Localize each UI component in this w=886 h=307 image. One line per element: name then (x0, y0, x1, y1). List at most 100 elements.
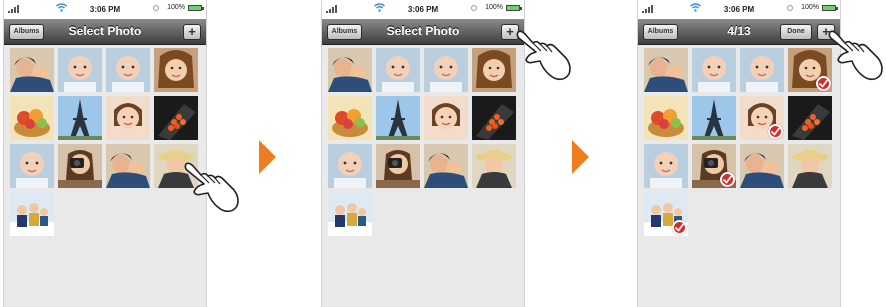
status-bar: 3:06 PM 100% (4, 0, 206, 19)
eiffel-tower-photo (58, 96, 102, 140)
photo-thumbnail[interactable] (424, 48, 468, 92)
photo-thumbnail[interactable] (692, 144, 736, 188)
lock-rotation-icon (787, 4, 794, 11)
status-battery-group: 100% (153, 4, 204, 11)
baby-photo (376, 48, 420, 92)
nav-title: Select Photo (68, 24, 142, 38)
battery-percent: 100% (167, 4, 185, 11)
add-button[interactable]: + (183, 24, 201, 40)
phone-screen-2: 3:06 PM 100% Albums Select Photo + (321, 0, 525, 307)
girl-portrait-photo (472, 48, 516, 92)
photo-thumbnail[interactable] (376, 96, 420, 140)
mother-child-photo (10, 48, 54, 92)
photo-thumbnail[interactable] (424, 144, 468, 188)
lock-rotation-icon (471, 4, 478, 11)
photo-thumbnail[interactable] (644, 96, 688, 140)
photo-thumbnail[interactable] (10, 192, 54, 236)
photo-thumbnail[interactable] (692, 96, 736, 140)
photo-thumbnail[interactable] (328, 48, 372, 92)
photo-thumbnail[interactable] (788, 96, 832, 140)
photo-thumbnail[interactable] (740, 144, 784, 188)
photo-thumbnail[interactable] (10, 144, 54, 188)
lock-rotation-icon (153, 4, 160, 11)
step-arrow-icon (572, 140, 589, 174)
photo-thumbnail[interactable] (376, 144, 420, 188)
hand-pointer-icon (184, 162, 239, 213)
hand-pointer-icon (828, 30, 883, 81)
baby-photo (424, 48, 468, 92)
nav-bar: Albums Select Photo + (4, 19, 206, 45)
baby-photo (10, 144, 54, 188)
nav-bar: Albums 4/13 Done + (638, 19, 840, 45)
photo-thumbnail[interactable] (376, 48, 420, 92)
mother-child-photo (740, 144, 784, 188)
child-portrait-photo (106, 96, 150, 140)
photo-thumbnail[interactable] (10, 96, 54, 140)
checkmark-icon (720, 172, 735, 187)
phone-screen-1: 3:06 PM 100% Albums Select Photo + (3, 0, 207, 307)
photo-thumbnail[interactable] (788, 144, 832, 188)
photo-thumbnail[interactable] (644, 192, 688, 236)
checkmark-icon (672, 220, 687, 235)
nav-title: Select Photo (386, 24, 460, 38)
nav-bar: Albums Select Photo + (322, 19, 524, 45)
hand-pointer-icon (516, 30, 571, 81)
photo-thumbnail[interactable] (328, 96, 372, 140)
photo-grid (10, 48, 202, 236)
mother-child-photo (424, 144, 468, 188)
baby-photo (692, 48, 736, 92)
photo-grid (328, 48, 520, 236)
girl-portrait-photo (154, 48, 198, 92)
photo-thumbnail[interactable] (58, 144, 102, 188)
photo-thumbnail[interactable] (154, 48, 198, 92)
status-bar: 3:06 PM 100% (322, 0, 524, 19)
photo-thumbnail[interactable] (106, 96, 150, 140)
photo-thumbnail[interactable] (106, 144, 150, 188)
photo-grid (644, 48, 836, 236)
mother-child-photo (644, 48, 688, 92)
woman-with-hat-photo (788, 144, 832, 188)
checkmark-icon (768, 124, 783, 139)
photo-thumbnail[interactable] (472, 48, 516, 92)
phone-screen-3: 3:06 PM 100% Albums 4/13 Done + (637, 0, 841, 307)
photo-thumbnail[interactable] (328, 144, 372, 188)
battery-percent: 100% (485, 4, 503, 11)
photo-thumbnail[interactable] (740, 48, 784, 92)
camera-woman-photo (58, 144, 102, 188)
baby-photo (740, 48, 784, 92)
photo-thumbnail[interactable] (644, 144, 688, 188)
photo-thumbnail[interactable] (644, 48, 688, 92)
mother-child-photo (106, 144, 150, 188)
photo-thumbnail[interactable] (58, 96, 102, 140)
battery-percent: 100% (801, 4, 819, 11)
photo-thumbnail[interactable] (328, 192, 372, 236)
photo-thumbnail[interactable] (106, 48, 150, 92)
woman-with-hat-photo (472, 144, 516, 188)
child-portrait-photo (424, 96, 468, 140)
baby-photo (644, 144, 688, 188)
step-arrow-icon (259, 140, 276, 174)
baby-photo (106, 48, 150, 92)
photo-thumbnail[interactable] (692, 48, 736, 92)
salmon-roe-photo (472, 96, 516, 140)
fruit-basket-photo (10, 96, 54, 140)
photo-thumbnail[interactable] (740, 96, 784, 140)
mother-child-photo (328, 48, 372, 92)
photo-thumbnail[interactable] (10, 48, 54, 92)
photo-thumbnail[interactable] (154, 96, 198, 140)
photo-thumbnail[interactable] (472, 144, 516, 188)
camera-woman-photo (376, 144, 420, 188)
family-snow-photo (328, 192, 372, 236)
battery-icon (506, 4, 522, 11)
fruit-basket-photo (328, 96, 372, 140)
salmon-roe-photo (154, 96, 198, 140)
photo-thumbnail[interactable] (472, 96, 516, 140)
photo-thumbnail[interactable] (424, 96, 468, 140)
photo-thumbnail[interactable] (58, 48, 102, 92)
done-button[interactable]: Done (780, 24, 812, 40)
status-battery-group: 100% (787, 4, 838, 11)
salmon-roe-photo (788, 96, 832, 140)
eiffel-tower-photo (376, 96, 420, 140)
status-bar: 3:06 PM 100% (638, 0, 840, 19)
baby-photo (58, 48, 102, 92)
